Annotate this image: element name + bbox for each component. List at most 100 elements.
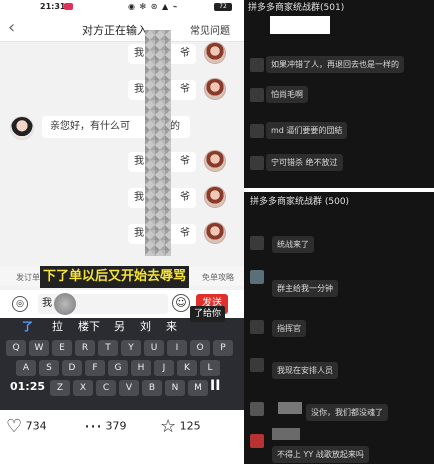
- candidate-item[interactable]: 楼下: [78, 318, 100, 334]
- avatar[interactable]: [204, 150, 226, 172]
- status-time: 21:31: [40, 2, 66, 11]
- faq-button[interactable]: 常见问题: [190, 22, 230, 37]
- key-a[interactable]: A: [16, 360, 36, 376]
- key-c[interactable]: C: [96, 380, 116, 396]
- comment-button[interactable]: ⋯ 379: [84, 416, 127, 437]
- avatar[interactable]: [204, 222, 226, 244]
- key-j[interactable]: J: [154, 360, 174, 376]
- status-bar: 21:31 ◉ ✻ ⊛ ▲ ⌁ 72: [0, 0, 244, 14]
- message-tail: 爷: [180, 156, 190, 167]
- chat-message[interactable]: 指挥官: [272, 320, 306, 337]
- key-u[interactable]: U: [144, 340, 164, 356]
- star-icon: ☆: [160, 416, 177, 437]
- message-text: 我: [134, 84, 144, 95]
- emoji-icon[interactable]: ☺: [172, 294, 190, 312]
- key-h[interactable]: H: [131, 360, 151, 376]
- video-caption: 下了单以后又开始去辱骂: [40, 266, 190, 288]
- message-tail: 爷: [180, 84, 190, 95]
- redacted-block: [270, 16, 330, 34]
- comment-count: 379: [105, 419, 127, 433]
- key-k[interactable]: K: [177, 360, 197, 376]
- quick-action-guide[interactable]: 免单攻略: [202, 272, 234, 283]
- key-e[interactable]: E: [52, 340, 72, 356]
- heart-icon: ♡: [6, 416, 23, 437]
- key-o[interactable]: O: [190, 340, 210, 356]
- favorite-button[interactable]: ☆ 125: [160, 416, 201, 437]
- avatar[interactable]: [204, 186, 226, 208]
- key-l[interactable]: L: [200, 360, 220, 376]
- key-b[interactable]: B: [142, 380, 162, 396]
- candidate-item[interactable]: 刘: [140, 318, 151, 334]
- chat-message[interactable]: 群主给我一分钟: [272, 280, 338, 297]
- group-title-top: 拼多多商家统战群(501): [248, 3, 345, 13]
- agent-message-text: 亲您好，有什么可: [50, 121, 130, 132]
- sticker-thumbnail: [54, 293, 76, 315]
- group-title-bottom: 拼多多商家统战群 (500): [250, 197, 350, 207]
- chat-message[interactable]: md 逼们要要的団結: [266, 122, 348, 139]
- quick-action-order[interactable]: 发订单: [16, 272, 40, 283]
- key-v[interactable]: V: [119, 380, 139, 396]
- recording-timer: 01:25: [10, 380, 46, 393]
- chat-message[interactable]: 怕尚毛啊: [266, 86, 308, 103]
- favorite-count: 125: [179, 419, 201, 433]
- avatar[interactable]: [250, 270, 264, 284]
- message-tail: 爷: [180, 48, 190, 59]
- voice-icon[interactable]: ◎: [12, 296, 28, 312]
- comment-icon: ⋯: [84, 416, 102, 437]
- back-icon[interactable]: ‹: [8, 17, 15, 38]
- chat-message[interactable]: 不得上 YY 战歌放起来吗: [272, 446, 369, 463]
- chat-message[interactable]: 统战来了: [272, 236, 314, 253]
- avatar[interactable]: [250, 358, 264, 372]
- avatar[interactable]: [250, 124, 264, 138]
- redacted-block: [272, 428, 300, 440]
- key-d[interactable]: D: [62, 360, 82, 376]
- chat-message[interactable]: 我现在安排人员: [272, 362, 338, 379]
- pixelated-redaction: [145, 30, 171, 256]
- key-s[interactable]: S: [39, 360, 59, 376]
- candidate-item[interactable]: 来: [166, 318, 177, 334]
- agent-message-tail: 的: [170, 121, 180, 132]
- candidate-item[interactable]: 另: [114, 318, 125, 334]
- avatar[interactable]: [250, 58, 264, 72]
- message-text: 我: [134, 228, 144, 239]
- key-q[interactable]: Q: [6, 340, 26, 356]
- battery-icon: 72: [214, 3, 232, 11]
- avatar[interactable]: [250, 236, 264, 250]
- avatar[interactable]: [250, 434, 264, 448]
- message-text: 我: [134, 156, 144, 167]
- key-t[interactable]: T: [98, 340, 118, 356]
- key-x[interactable]: X: [73, 380, 93, 396]
- key-r[interactable]: R: [75, 340, 95, 356]
- panel-divider: [244, 188, 434, 192]
- record-indicator-icon: [64, 3, 73, 10]
- avatar[interactable]: [250, 402, 264, 416]
- key-z[interactable]: Z: [50, 380, 70, 396]
- key-p[interactable]: P: [213, 340, 233, 356]
- message-tail: 爷: [180, 228, 190, 239]
- agent-avatar[interactable]: [10, 116, 34, 140]
- chat-message[interactable]: 没你，我们都没魂了: [306, 404, 388, 421]
- key-i[interactable]: I: [167, 340, 187, 356]
- candidate-item[interactable]: 拉: [52, 318, 63, 334]
- avatar[interactable]: [204, 42, 226, 64]
- key-n[interactable]: N: [165, 380, 185, 396]
- avatar[interactable]: [250, 156, 264, 170]
- key-w[interactable]: W: [29, 340, 49, 356]
- chat-message[interactable]: 宁可错杀 绝不放过: [266, 154, 343, 171]
- avatar[interactable]: [250, 320, 264, 334]
- key-m[interactable]: M: [188, 380, 208, 396]
- key-g[interactable]: G: [108, 360, 128, 376]
- key-f[interactable]: F: [85, 360, 105, 376]
- message-text: 我: [134, 192, 144, 203]
- like-count: 734: [25, 419, 47, 433]
- key-y[interactable]: Y: [121, 340, 141, 356]
- reaction-bar: ♡ 734 ⋯ 379 ☆ 125: [0, 410, 244, 464]
- pause-button[interactable]: II: [210, 378, 220, 394]
- candidate-item[interactable]: 了: [22, 318, 33, 334]
- chat-header: ‹ 对方正在输入... 常见问题: [0, 14, 244, 42]
- chat-message[interactable]: 如果冲错了人，再退回去也是一样的: [266, 56, 404, 73]
- avatar[interactable]: [204, 78, 226, 100]
- like-button[interactable]: ♡ 734: [6, 416, 47, 437]
- avatar[interactable]: [250, 88, 264, 102]
- candidate-tip: 了给你: [190, 306, 226, 322]
